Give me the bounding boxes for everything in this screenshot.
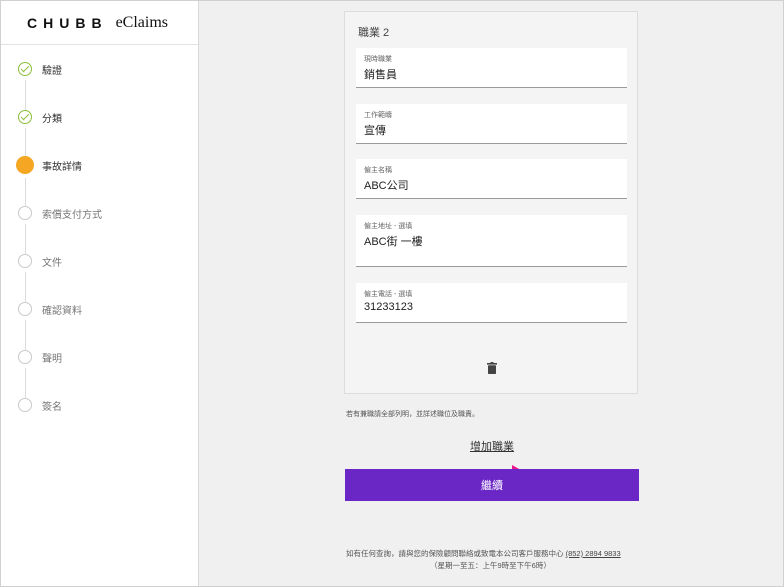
check-icon	[18, 62, 32, 76]
pending-step-icon	[18, 398, 32, 412]
step-label: 簽名	[42, 401, 62, 413]
field-value[interactable]: 銷售員	[364, 66, 397, 82]
pending-step-icon	[18, 206, 32, 220]
main-content: 職業 2 現時職業 銷售員 工作範疇 宣傳 僱主名稱 ABC公司 僱主地址 - …	[200, 1, 783, 586]
pending-step-icon	[18, 254, 32, 268]
step-payment-method: 索償支付方式	[1, 201, 199, 225]
step-verification: 驗證	[1, 57, 199, 81]
step-confirm-info: 確認資料	[1, 297, 199, 321]
step-signature: 簽名	[1, 393, 199, 417]
occupation-card: 職業 2 現時職業 銷售員 工作範疇 宣傳 僱主名稱 ABC公司 僱主地址 - …	[344, 11, 638, 394]
pending-step-icon	[18, 350, 32, 364]
brand-header: CHUBB eClaims	[1, 1, 198, 45]
step-label: 分類	[42, 113, 62, 125]
footer-text: 如有任何查詢，請與您的保險顧問聯絡或致電本公司客戶服務中心	[346, 549, 564, 558]
footer-phone-link[interactable]: (852) 2894 9833	[566, 549, 621, 558]
step-classification: 分類	[1, 105, 199, 129]
step-label: 聲明	[42, 353, 62, 365]
employer-address-field[interactable]: 僱主地址 - 選填 ABC街 一樓	[356, 215, 627, 267]
pending-step-icon	[18, 302, 32, 316]
add-occupation-link[interactable]: 增加職業	[470, 438, 514, 454]
field-label: 僱主名稱	[364, 167, 392, 174]
step-incident-details: 事故詳情	[1, 153, 199, 177]
field-label: 工作範疇	[364, 112, 392, 119]
step-label: 索償支付方式	[42, 209, 102, 221]
step-documents: 文件	[1, 249, 199, 273]
field-label: 現時職業	[364, 56, 392, 63]
sidebar: CHUBB eClaims 驗證 分類 事故詳情 索償支付方式 文件 確認資料 …	[1, 1, 199, 586]
step-declaration: 聲明	[1, 345, 199, 369]
check-icon	[18, 110, 32, 124]
field-value[interactable]: 31233123	[364, 301, 413, 313]
footer-hours: （星期一至五：上午9時至下午6時）	[430, 561, 551, 570]
step-label: 驗證	[42, 65, 62, 77]
employer-name-field[interactable]: 僱主名稱 ABC公司	[356, 159, 627, 199]
field-value[interactable]: 宣傳	[364, 122, 386, 138]
step-label: 事故詳情	[42, 161, 82, 173]
field-value[interactable]: ABC街 一樓	[364, 233, 423, 249]
continue-button[interactable]: 繼續	[345, 469, 639, 501]
work-scope-field[interactable]: 工作範疇 宣傳	[356, 104, 627, 144]
product-name: eClaims	[115, 13, 168, 31]
card-title: 職業 2	[358, 27, 390, 39]
step-label: 確認資料	[42, 305, 82, 317]
active-step-icon	[16, 156, 34, 174]
part-time-note: 若有兼職請全部列明，並詳述職位及職責。	[346, 411, 479, 418]
step-label: 文件	[42, 257, 62, 269]
employer-phone-field[interactable]: 僱主電話 - 選填 31233123	[356, 283, 627, 323]
footer-contact: 如有任何查詢，請與您的保險顧問聯絡或致電本公司客戶服務中心 (852) 2894…	[346, 548, 621, 559]
field-label: 僱主電話 - 選填	[364, 291, 413, 298]
current-occupation-field[interactable]: 現時職業 銷售員	[356, 48, 627, 88]
field-label: 僱主地址 - 選填	[364, 223, 413, 230]
trash-icon[interactable]	[487, 362, 497, 374]
field-value[interactable]: ABC公司	[364, 177, 409, 193]
chubb-logo: CHUBB	[27, 14, 108, 31]
